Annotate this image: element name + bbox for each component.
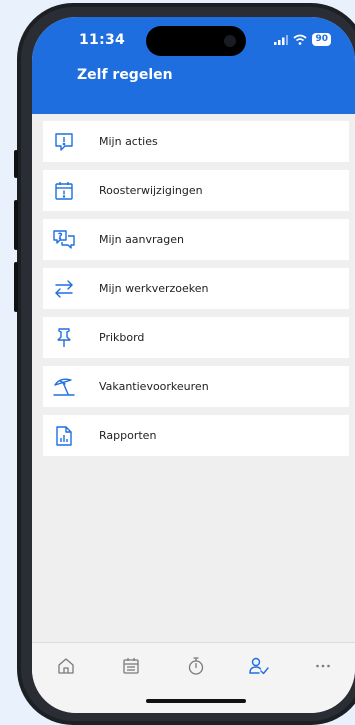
menu-item-label: Prikbord	[99, 331, 145, 344]
wifi-icon	[293, 34, 308, 45]
menu-item-label: Roosterwijzigingen	[99, 184, 203, 197]
beach-umbrella-icon	[51, 374, 77, 400]
volume-up-button	[14, 200, 18, 250]
signal-icon	[274, 34, 289, 45]
menu-item-vakantievoorkeuren[interactable]: Vakantievoorkeuren	[43, 366, 349, 407]
tab-calendar[interactable]	[118, 653, 144, 679]
question-chat-icon	[51, 227, 77, 253]
menu-item-label: Mijn acties	[99, 135, 158, 148]
tab-home[interactable]	[53, 653, 79, 679]
tab-zelf-regelen[interactable]	[246, 653, 272, 679]
menu-list: Mijn acties Roosterwijzigingen Mijn aanv…	[43, 121, 349, 464]
alert-speech-icon	[51, 129, 77, 155]
menu-item-label: Mijn werkverzoeken	[99, 282, 209, 295]
menu-item-mijn-acties[interactable]: Mijn acties	[43, 121, 349, 162]
menu-item-label: Rapporten	[99, 429, 157, 442]
user-check-icon	[249, 657, 269, 675]
calendar-alert-icon	[51, 178, 77, 204]
stopwatch-icon	[188, 657, 204, 675]
battery-badge: 90	[312, 33, 331, 46]
camera-icon	[224, 35, 236, 47]
volume-down-button	[14, 262, 18, 312]
menu-item-label: Mijn aanvragen	[99, 233, 185, 246]
header: 11:34 90 Zelf regelen	[32, 17, 355, 114]
menu-item-label: Vakantievoorkeuren	[99, 380, 209, 393]
dynamic-island	[146, 26, 246, 56]
menu-item-rapporten[interactable]: Rapporten	[43, 415, 349, 456]
home-icon	[58, 658, 74, 674]
tab-more[interactable]	[310, 653, 336, 679]
calendar-icon	[123, 658, 139, 674]
menu-item-mijn-aanvragen[interactable]: Mijn aanvragen	[43, 219, 349, 260]
report-icon	[51, 423, 77, 449]
status-icons: 90	[274, 33, 331, 46]
screen: 11:34 90 Zelf regelen Mijn acties Rooste…	[32, 17, 355, 713]
menu-item-roosterwijzigingen[interactable]: Roosterwijzigingen	[43, 170, 349, 211]
more-icon	[316, 664, 330, 668]
menu-item-mijn-werkverzoeken[interactable]: Mijn werkverzoeken	[43, 268, 349, 309]
swap-arrows-icon	[51, 276, 77, 302]
home-indicator[interactable]	[146, 699, 246, 703]
mute-switch	[14, 150, 18, 178]
pushpin-icon	[51, 325, 77, 351]
page-title: Zelf regelen	[77, 67, 173, 83]
menu-item-prikbord[interactable]: Prikbord	[43, 317, 349, 358]
tab-stopwatch[interactable]	[183, 653, 209, 679]
status-time: 11:34	[79, 32, 126, 48]
